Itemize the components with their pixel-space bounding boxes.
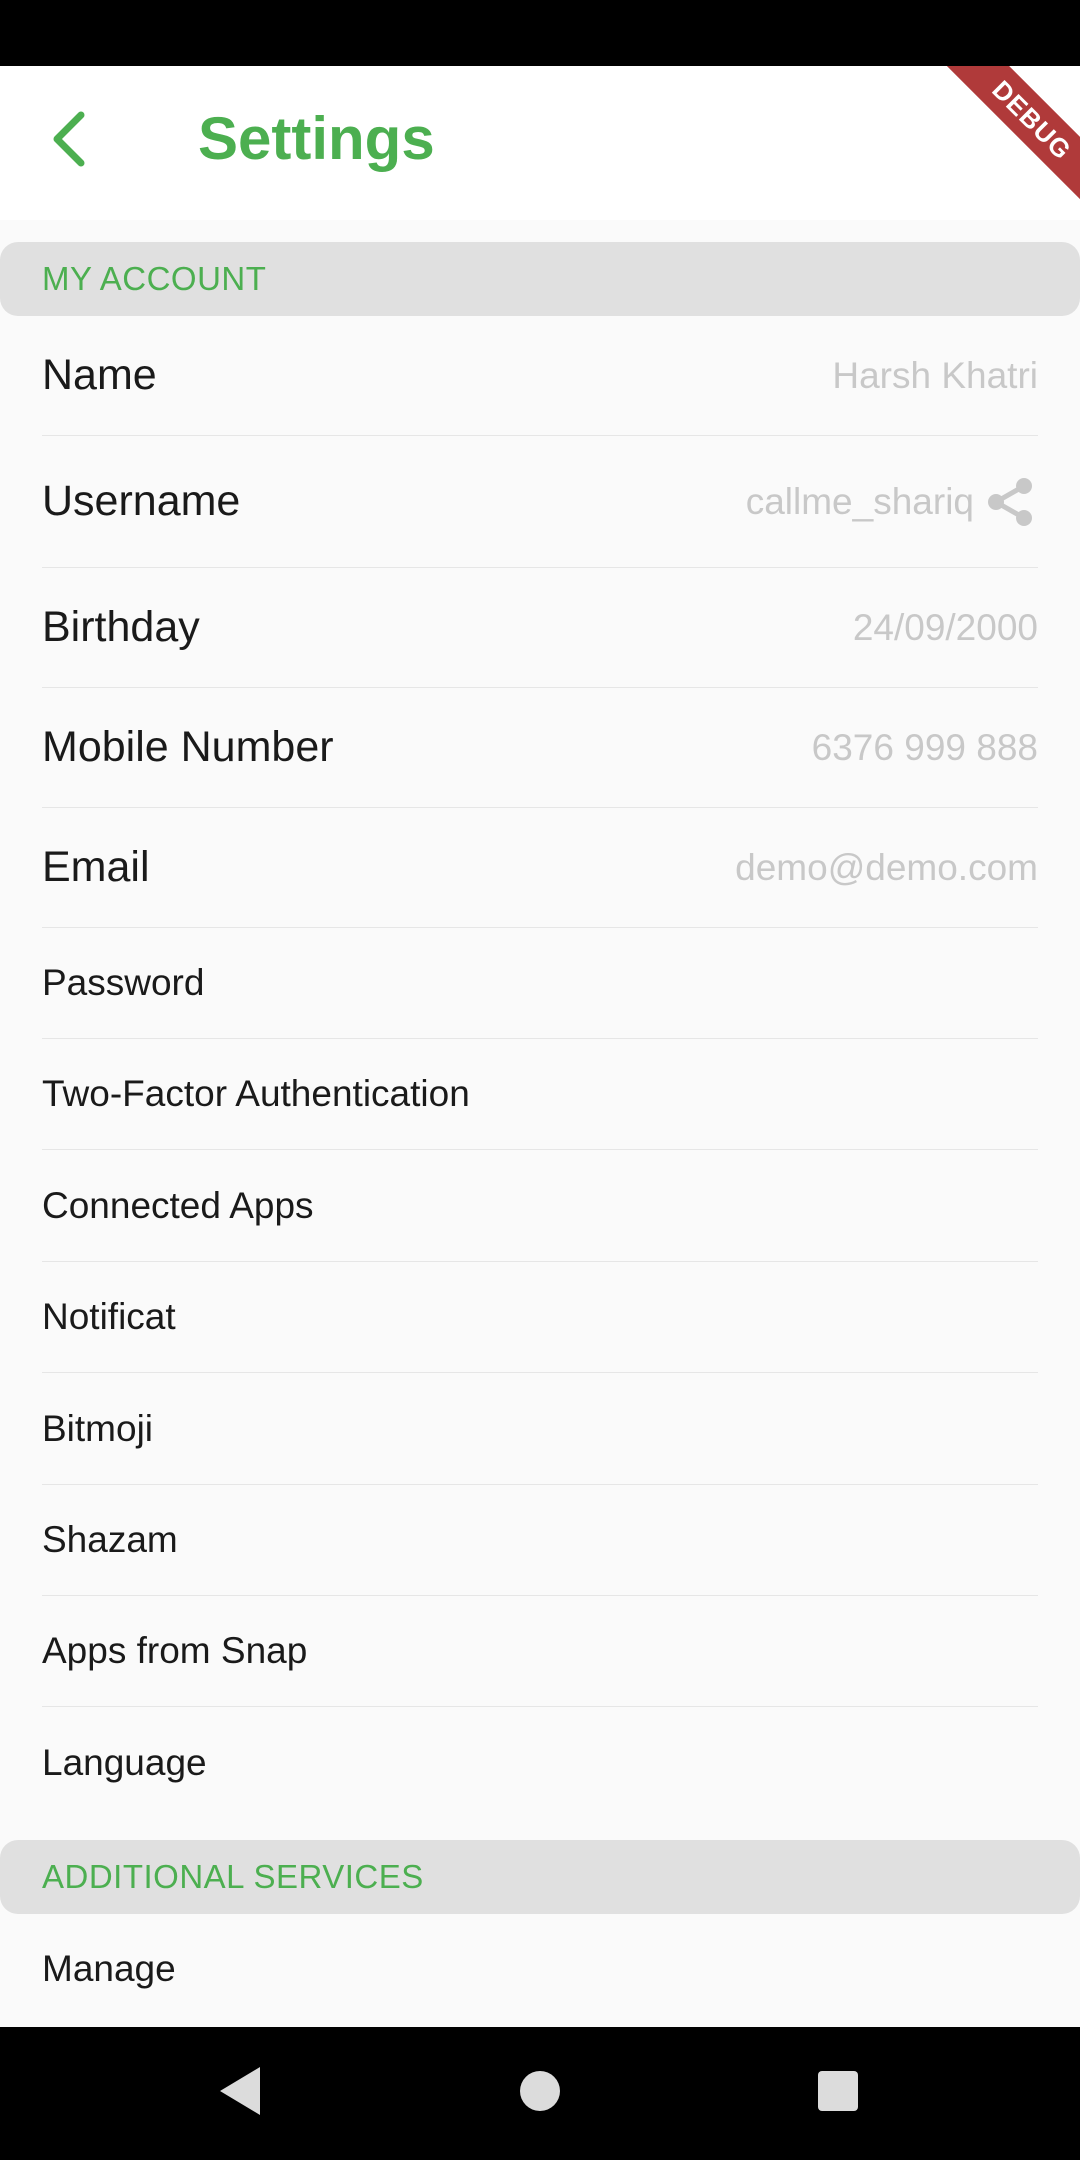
row-label: Shazam: [42, 1519, 178, 1560]
nav-home-button[interactable]: [508, 2061, 572, 2125]
row-value: 6376 999 888: [811, 726, 1038, 768]
row-label: Two-Factor Authentication: [42, 1073, 470, 1114]
square-recents-icon: [816, 2069, 860, 2118]
row-label: Mobile Number: [42, 723, 334, 771]
back-button[interactable]: [34, 106, 104, 176]
settings-row-connected-apps[interactable]: Connected Apps: [42, 1150, 1038, 1262]
row-label: Manage: [42, 1948, 176, 1989]
settings-row-mobile-number[interactable]: Mobile Number 6376 999 888: [42, 688, 1038, 808]
status-bar: [0, 0, 1080, 66]
share-icon[interactable]: [982, 474, 1038, 530]
debug-banner-label: DEBUG: [938, 66, 1080, 214]
section-title: ADDITIONAL SERVICES: [42, 1858, 424, 1895]
nav-recents-button[interactable]: [806, 2061, 870, 2125]
settings-row-password[interactable]: Password: [42, 928, 1038, 1039]
page-title: Settings: [198, 105, 435, 172]
row-value-group: callme_shariq: [746, 474, 1038, 530]
row-label: Name: [42, 351, 157, 399]
settings-row-bitmoji[interactable]: Bitmoji: [42, 1373, 1038, 1485]
system-nav-bar: [0, 2027, 1080, 2160]
triangle-back-icon: [218, 2065, 262, 2122]
row-label: Apps from Snap: [42, 1630, 308, 1671]
settings-row-shazam[interactable]: Shazam: [42, 1485, 1038, 1596]
row-value: callme_shariq: [745, 480, 974, 522]
settings-row-two-factor[interactable]: Two-Factor Authentication: [42, 1039, 1038, 1150]
chevron-left-icon: [47, 109, 91, 174]
debug-banner: DEBUG: [930, 66, 1080, 216]
settings-row-username[interactable]: Username callme_shariq: [42, 436, 1038, 568]
settings-row-email[interactable]: Email demo@demo.com: [42, 808, 1038, 928]
settings-row-language[interactable]: Language: [42, 1707, 1038, 1819]
row-label: Password: [42, 962, 205, 1003]
row-label: Connected Apps: [42, 1184, 314, 1226]
app-bar: Settings: [0, 66, 1080, 220]
row-value: demo@demo.com: [735, 846, 1038, 888]
section-header-my-account: MY ACCOUNT: [0, 242, 1080, 316]
section-title: MY ACCOUNT: [42, 260, 267, 297]
nav-back-button[interactable]: [208, 2061, 272, 2125]
row-value: 24/09/2000: [852, 606, 1038, 648]
row-label: Email: [42, 843, 150, 891]
row-label: Username: [42, 477, 241, 525]
circle-home-icon: [518, 2069, 562, 2118]
row-label: Language: [42, 1742, 207, 1783]
settings-row-apps-from-snap[interactable]: Apps from Snap: [42, 1596, 1038, 1707]
settings-row-name[interactable]: Name Harsh Khatri: [42, 316, 1038, 436]
section-header-additional-services: ADDITIONAL SERVICES: [0, 1840, 1080, 1914]
settings-row-birthday[interactable]: Birthday 24/09/2000: [42, 568, 1038, 688]
row-label: Notificat: [42, 1296, 176, 1337]
row-value: Harsh Khatri: [832, 354, 1038, 396]
settings-row-manage[interactable]: Manage: [42, 1914, 1038, 2024]
row-label: Bitmoji: [42, 1407, 154, 1449]
settings-row-notifications[interactable]: Notificat: [42, 1262, 1038, 1373]
row-label: Birthday: [42, 603, 200, 651]
